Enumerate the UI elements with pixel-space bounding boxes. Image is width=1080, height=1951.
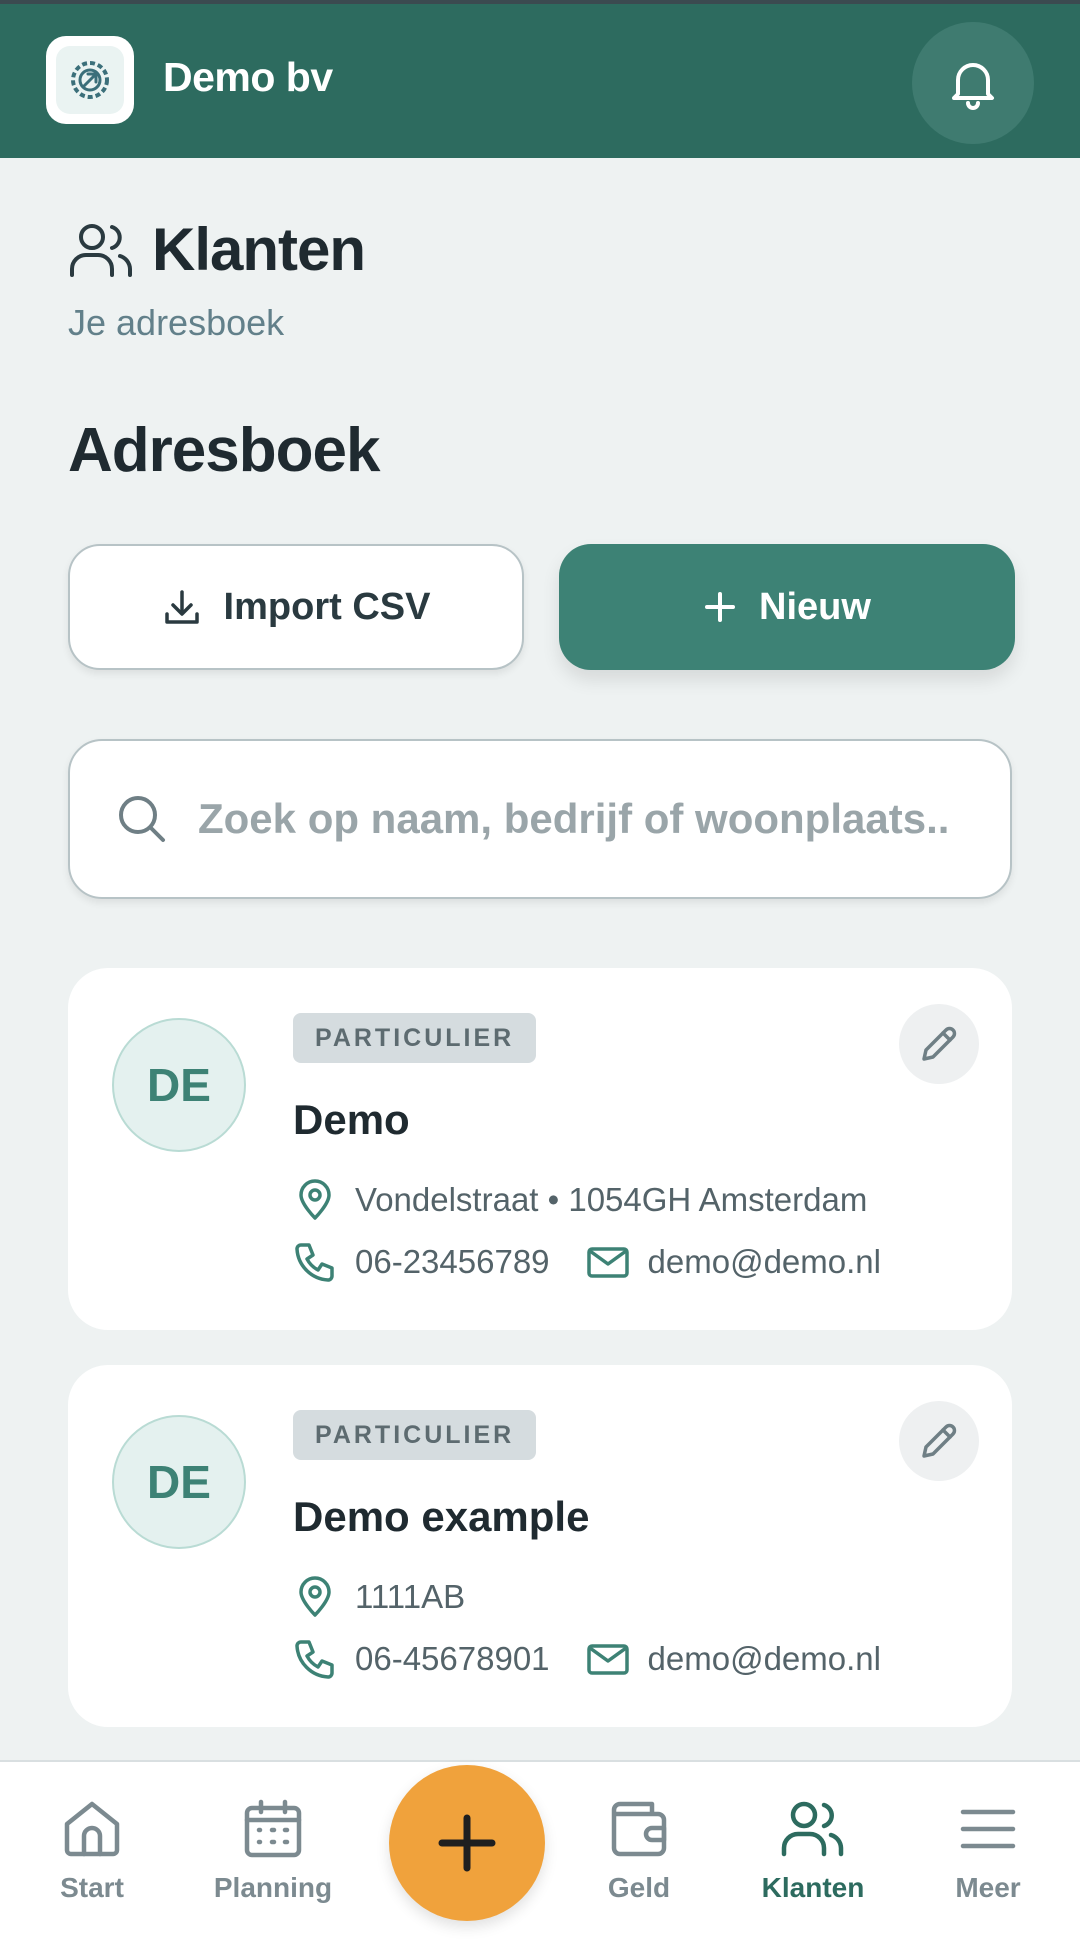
menu-icon [957,1798,1019,1860]
company-name: Demo bv [163,54,333,100]
bell-icon [948,56,998,110]
search-box[interactable] [68,739,1012,899]
plus-icon [436,1812,498,1874]
avatar: DE [112,1018,246,1152]
nav-item-label: Klanten [761,1872,865,1903]
new-customer-button[interactable]: Nieuw [559,544,1015,670]
contact-row: 06-45678901 demo@demo.nl [293,1637,881,1681]
nav-item-label: Geld [607,1872,671,1903]
address-row: Vondelstraat • 1054GH Amsterdam [293,1178,867,1222]
nav-item-label: Start [60,1872,124,1903]
page-heading: Klanten [68,215,366,284]
notifications-button[interactable] [912,22,1034,144]
nav-item-planning[interactable]: Planning [198,1798,348,1904]
nav-item-label: Planning [213,1872,333,1903]
page-subtitle: Je adresboek [68,302,285,343]
company-logo[interactable] [46,36,134,124]
customer-email[interactable]: demo@demo.nl [648,1640,881,1678]
customer-phone[interactable]: 06-45678901 [355,1640,550,1678]
import-csv-label: Import CSV [223,585,431,628]
nav-item-klanten[interactable]: Klanten [738,1798,888,1904]
nav-item-start[interactable]: Start [17,1798,167,1904]
address-row: 1111AB [293,1575,465,1619]
wallet-icon [608,1798,670,1860]
customer-address: 1111AB [355,1578,466,1615]
customer-name: Demo example [293,1493,590,1540]
customer-card[interactable]: DE PARTICULIER Demo Vondelstraat • 1054G… [68,968,1012,1330]
home-icon [61,1798,123,1860]
section-title: Adresboek [68,416,380,485]
new-customer-label: Nieuw [759,585,871,628]
mail-icon [586,1637,630,1681]
map-pin-icon [293,1575,337,1619]
nav-item-geld[interactable]: Geld [564,1798,714,1904]
add-fab-button[interactable] [389,1765,545,1921]
customer-name: Demo [293,1096,410,1143]
edit-button[interactable] [899,1004,979,1084]
customer-phone[interactable]: 06-23456789 [355,1243,550,1281]
nav-item-label: Meer [955,1872,1021,1903]
pencil-icon [918,1023,960,1065]
contact-row: 06-23456789 demo@demo.nl [293,1240,881,1284]
download-icon [162,587,202,627]
nav-item-meer[interactable]: Meer [913,1798,1063,1904]
import-csv-button[interactable]: Import CSV [68,544,524,670]
gear-logo-icon [56,46,124,114]
calendar-icon [242,1798,304,1860]
avatar: DE [112,1415,246,1549]
users-icon [68,219,136,281]
customer-email[interactable]: demo@demo.nl [648,1243,881,1281]
mail-icon [586,1240,630,1284]
search-input[interactable] [198,795,958,843]
app-header: Demo bv [0,0,1080,158]
pencil-icon [918,1420,960,1462]
edit-button[interactable] [899,1401,979,1481]
search-icon [116,793,168,845]
customer-address: Vondelstraat • 1054GH Amsterdam [355,1181,868,1218]
plus-icon [703,590,737,624]
users-icon [780,1798,846,1860]
phone-icon [293,1240,337,1284]
customer-card[interactable]: DE PARTICULIER Demo example 1111AB 06-45… [68,1365,1012,1727]
customer-type-badge: PARTICULIER [293,1410,537,1460]
phone-icon [293,1637,337,1681]
page-title: Klanten [152,216,366,283]
map-pin-icon [293,1178,337,1222]
customer-type-badge: PARTICULIER [293,1013,537,1063]
